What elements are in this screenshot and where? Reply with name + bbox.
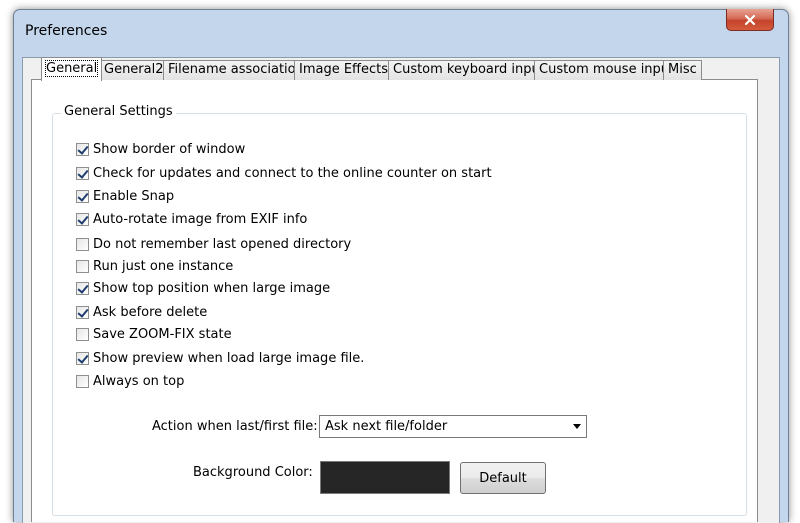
checkbox[interactable] (76, 142, 89, 156)
checkbox[interactable] (76, 374, 89, 388)
tab-filename-association[interactable]: Filename association (163, 60, 309, 80)
chevron-down-icon (573, 424, 581, 429)
checkbox[interactable] (76, 212, 89, 226)
action-label: Action when last/first file: (152, 419, 318, 434)
option-label: Ask before delete (93, 304, 208, 320)
close-icon (744, 14, 756, 25)
option-one-instance[interactable]: Run just one instance (76, 258, 233, 274)
option-label: Enable Snap (93, 188, 175, 204)
checkbox[interactable] (76, 351, 89, 365)
checkbox[interactable] (76, 189, 89, 203)
option-ask-before-delete[interactable]: Ask before delete (76, 304, 207, 320)
option-save-zoom-fix[interactable]: Save ZOOM-FIX state (76, 326, 232, 342)
tab-general2[interactable]: General2 (99, 60, 169, 80)
tab-custom-mouse-input[interactable]: Custom mouse input (534, 60, 680, 80)
tab-image-effects[interactable]: Image Effects (294, 60, 394, 80)
option-label: Always on top (93, 373, 185, 389)
checkbox[interactable] (76, 281, 89, 295)
option-show-border[interactable]: Show border of window (76, 141, 245, 157)
option-label: Check for updates and connect to the onl… (93, 165, 492, 181)
background-color-swatch[interactable] (320, 461, 450, 494)
checkbox[interactable] (76, 259, 89, 273)
general-settings-legend: General Settings (61, 104, 176, 119)
option-label: Show preview when load large image file. (93, 350, 365, 366)
checkbox[interactable] (76, 305, 89, 319)
option-enable-snap[interactable]: Enable Snap (76, 188, 174, 204)
default-button[interactable]: Default (460, 462, 546, 494)
tab-custom-keyboard-input[interactable]: Custom keyboard input (388, 60, 550, 80)
option-auto-rotate[interactable]: Auto-rotate image from EXIF info (76, 211, 307, 227)
background-color-label: Background Color: (193, 465, 313, 480)
option-label: Show top position when large image (93, 280, 331, 296)
checkbox[interactable] (76, 237, 89, 251)
option-check-updates[interactable]: Check for updates and connect to the onl… (76, 165, 492, 181)
action-select[interactable]: Ask next file/folder (319, 415, 587, 438)
action-selected-value: Ask next file/folder (325, 419, 448, 434)
option-always-on-top[interactable]: Always on top (76, 373, 184, 389)
tab-general[interactable]: General (41, 57, 103, 81)
option-show-preview[interactable]: Show preview when load large image file. (76, 350, 364, 366)
option-do-not-remember-dir[interactable]: Do not remember last opened directory (76, 236, 351, 252)
option-label: Do not remember last opened directory (93, 236, 352, 252)
checkbox[interactable] (76, 166, 89, 180)
option-show-top-position[interactable]: Show top position when large image (76, 280, 330, 296)
close-button[interactable] (726, 9, 774, 31)
tab-misc[interactable]: Misc (663, 60, 702, 80)
option-label: Show border of window (93, 141, 246, 157)
option-label: Run just one instance (93, 258, 234, 274)
checkbox[interactable] (76, 327, 89, 341)
window-title: Preferences (25, 23, 108, 39)
option-label: Save ZOOM-FIX state (93, 326, 232, 342)
option-label: Auto-rotate image from EXIF info (93, 211, 308, 227)
